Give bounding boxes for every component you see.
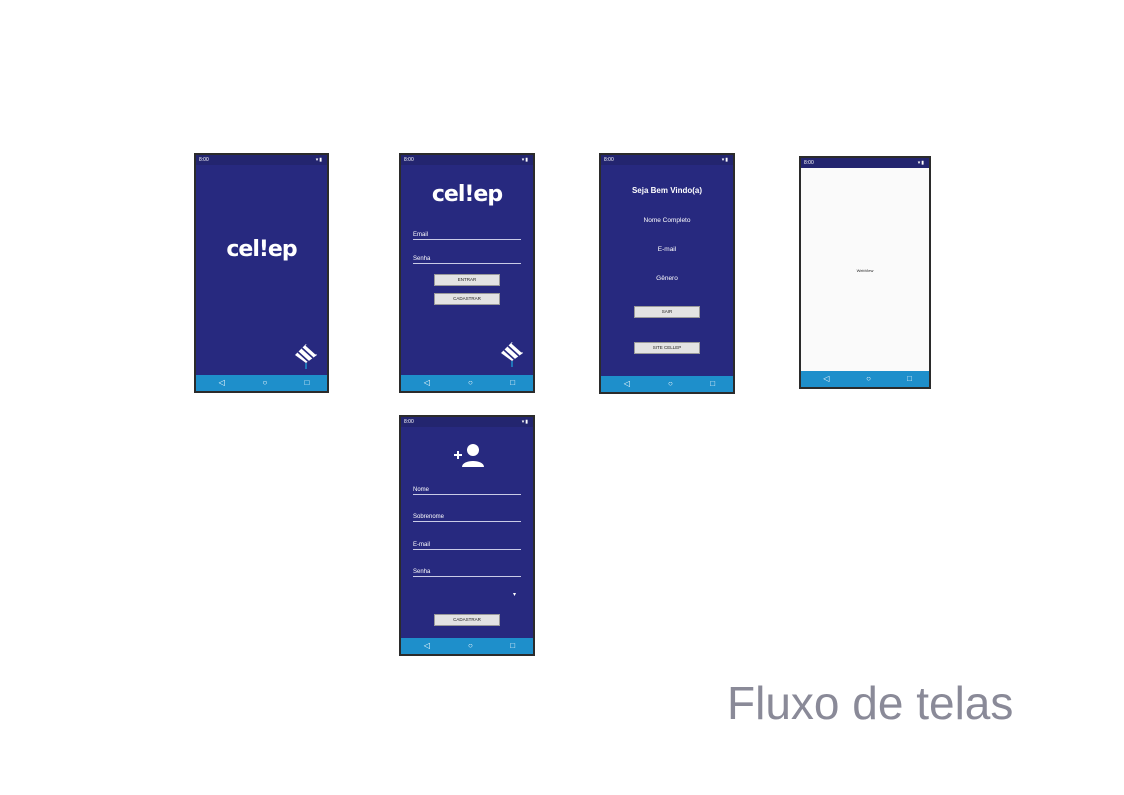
add-user-icon — [454, 444, 484, 467]
wifi-battery-icon: ▾▮ — [315, 157, 323, 163]
site-cellep-button[interactable]: SITE CELLEP — [634, 342, 700, 354]
nav-bar: ◁ ○ □ — [401, 638, 533, 654]
register-button[interactable]: CADASTRAR — [434, 293, 500, 305]
email-field[interactable]: E-mail — [413, 542, 521, 550]
home-icon[interactable]: ○ — [255, 375, 275, 391]
name-field[interactable]: Nome — [413, 487, 521, 495]
enter-button[interactable]: ENTRAR — [434, 274, 500, 286]
webview-label: WebView — [856, 268, 874, 273]
back-icon[interactable]: ◁ — [417, 375, 437, 391]
tree-logo-icon — [295, 344, 317, 369]
password-field[interactable]: Senha — [413, 256, 521, 264]
nav-bar: ◁ ○ □ — [801, 371, 929, 387]
gender-label: Gênero — [656, 275, 678, 282]
register-screen: 8:00 ▾▮ Nome Sobrenome E-mail Senha ▾ CA… — [399, 415, 535, 656]
app-logo: cel!ep — [226, 237, 297, 262]
app-logo: cel!ep — [431, 182, 503, 207]
status-bar: 8:00 ▾▮ — [401, 155, 533, 165]
home-icon[interactable]: ○ — [460, 375, 480, 391]
wifi-battery-icon: ▾▮ — [521, 157, 529, 163]
exit-button[interactable]: SAIR — [634, 306, 700, 318]
login-screen: 8:00 ▾▮ cel!ep Email Senha ENTRAR CADAST… — [399, 153, 535, 393]
recent-apps-icon[interactable]: □ — [297, 375, 317, 391]
splash-screen: 8:00 ▾▮ cel!ep ◁ ○ □ — [194, 153, 329, 393]
recent-apps-icon[interactable]: □ — [503, 375, 523, 391]
email-label: E-mail — [657, 246, 677, 253]
status-bar: 8:00 ▾▮ — [801, 158, 929, 168]
back-icon[interactable]: ◁ — [417, 638, 437, 654]
back-icon[interactable]: ◁ — [212, 375, 232, 391]
webview-screen: 8:00 ▾▮ WebView ◁ ○ □ — [799, 156, 931, 389]
status-time: 8:00 — [604, 157, 614, 163]
recent-apps-icon[interactable]: □ — [703, 376, 723, 392]
recent-apps-icon[interactable]: □ — [900, 371, 920, 387]
status-bar: 8:00 ▾▮ — [601, 155, 733, 165]
nav-bar: ◁ ○ □ — [601, 376, 733, 392]
status-time: 8:00 — [199, 157, 209, 163]
home-icon[interactable]: ○ — [859, 371, 879, 387]
flow-caption: Fluxo de telas — [727, 677, 1014, 729]
status-time: 8:00 — [804, 160, 814, 166]
password-field[interactable]: Senha — [413, 569, 521, 577]
surname-field[interactable]: Sobrenome — [413, 514, 521, 522]
wifi-battery-icon: ▾▮ — [521, 419, 529, 425]
dropdown-arrow-icon[interactable]: ▾ — [513, 591, 516, 598]
email-field[interactable]: Email — [413, 232, 521, 240]
status-bar: 8:00 ▾▮ — [196, 155, 327, 165]
nav-bar: ◁ ○ □ — [401, 375, 533, 391]
wifi-battery-icon: ▾▮ — [917, 160, 925, 166]
tree-logo-icon — [501, 342, 523, 367]
home-icon[interactable]: ○ — [660, 376, 680, 392]
welcome-screen: 8:00 ▾▮ Seja Bem Vindo(a) Nome Completo … — [599, 153, 735, 394]
wifi-battery-icon: ▾▮ — [721, 157, 729, 163]
back-icon[interactable]: ◁ — [816, 371, 836, 387]
home-icon[interactable]: ○ — [460, 638, 480, 654]
welcome-title: Seja Bem Vindo(a) — [631, 186, 703, 195]
nav-bar: ◁ ○ □ — [196, 375, 327, 391]
status-bar: 8:00 ▾▮ — [401, 417, 533, 427]
status-time: 8:00 — [404, 157, 414, 163]
full-name-label: Nome Completo — [643, 217, 691, 224]
status-time: 8:00 — [404, 419, 414, 425]
register-button[interactable]: CADASTRAR — [434, 614, 500, 626]
recent-apps-icon[interactable]: □ — [503, 638, 523, 654]
back-icon[interactable]: ◁ — [617, 376, 637, 392]
